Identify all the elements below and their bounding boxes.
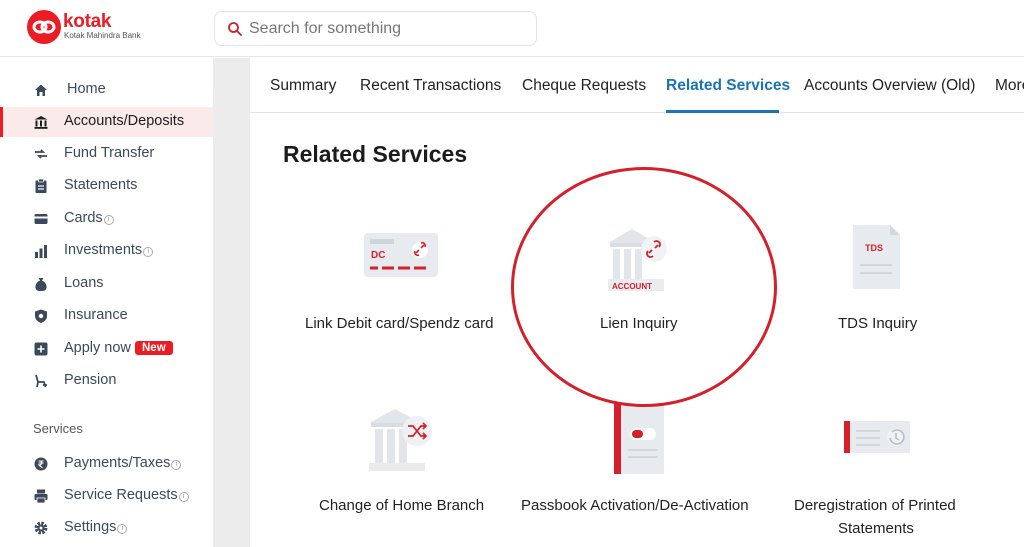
kotak-logo[interactable]: kotak Kotak Mahindra Bank bbox=[27, 10, 167, 46]
tab-more[interactable]: More bbox=[995, 77, 1024, 95]
tab-cheque-requests[interactable]: Cheque Requests bbox=[522, 77, 646, 95]
brand-subtitle: Kotak Mahindra Bank bbox=[64, 31, 141, 40]
home-icon bbox=[35, 84, 47, 96]
service-requests-label-text: Service Requests bbox=[64, 487, 178, 503]
sidebar-item-insurance[interactable]: Insurance bbox=[0, 301, 213, 331]
rupee-icon bbox=[34, 457, 48, 471]
printer-icon bbox=[34, 489, 48, 504]
sidebar-item-label: Apply now bbox=[64, 340, 131, 356]
statement-history-icon bbox=[844, 421, 910, 453]
card-icon bbox=[34, 214, 48, 224]
account-link-icon: ACCOUNT bbox=[608, 229, 667, 291]
sidebar-item-fund-transfer[interactable]: Fund Transfer bbox=[0, 139, 213, 169]
gear-icon bbox=[34, 521, 48, 535]
search-box[interactable] bbox=[214, 11, 537, 46]
info-icon[interactable]: i bbox=[178, 492, 189, 502]
service-card-passbook-activation[interactable]: Passbook Activation/De-Activation bbox=[520, 400, 760, 520]
tab-summary[interactable]: Summary bbox=[270, 77, 336, 95]
info-icon[interactable]: i bbox=[117, 524, 128, 534]
tds-icon-text: TDS bbox=[865, 243, 883, 253]
sidebar-item-pension[interactable]: Pension bbox=[0, 366, 213, 396]
sidebar-item-label: Loans bbox=[64, 275, 104, 291]
settings-label-text: Settings bbox=[64, 519, 117, 535]
sidebar-item-label: Settings i bbox=[64, 519, 128, 535]
info-icon[interactable]: i bbox=[103, 215, 114, 225]
service-card-tds-inquiry[interactable]: TDS TDS Inquiry bbox=[820, 215, 940, 340]
services-section-label: Services bbox=[33, 421, 83, 436]
service-label: TDS Inquiry bbox=[838, 315, 918, 332]
sidebar-gutter bbox=[213, 58, 250, 547]
bank-icon bbox=[34, 116, 48, 129]
service-label-line-1: Deregistration of Printed bbox=[794, 497, 956, 514]
tab-accounts-overview-old[interactable]: Accounts Overview (Old) bbox=[804, 77, 975, 95]
investments-label-text: Investments bbox=[64, 242, 143, 258]
dc-icon-text: DC bbox=[371, 250, 385, 261]
apply-icon bbox=[34, 342, 48, 356]
passbook-toggle-icon bbox=[614, 404, 664, 474]
service-label: Change of Home Branch bbox=[319, 497, 485, 514]
sidebar-item-investments[interactable]: Investments i bbox=[0, 236, 213, 266]
tab-bar: Summary Recent Transactions Cheque Reque… bbox=[250, 58, 1024, 113]
info-icon[interactable]: i bbox=[143, 247, 154, 257]
sidebar-item-label: Service Requests i bbox=[64, 487, 189, 503]
sidebar-item-label: Statements bbox=[64, 177, 138, 193]
pension-icon bbox=[35, 374, 47, 388]
sidebar-item-label: Pension bbox=[64, 372, 117, 388]
service-card-lien-inquiry[interactable]: ACCOUNT Lien Inquiry bbox=[560, 215, 720, 340]
sidebar-item-label: Fund Transfer bbox=[64, 145, 155, 161]
tab-recent-transactions[interactable]: Recent Transactions bbox=[360, 77, 501, 95]
service-label: Passbook Activation/De-Activation bbox=[521, 497, 749, 514]
debit-card-link-icon: DC bbox=[364, 233, 438, 277]
branch-shuffle-icon bbox=[369, 409, 432, 471]
tds-document-icon: TDS bbox=[853, 225, 900, 289]
brand-name: kotak bbox=[63, 11, 112, 32]
sidebar-item-label: Home bbox=[67, 81, 106, 97]
bar-chart-icon bbox=[35, 245, 47, 258]
payments-label-text: Payments/Taxes bbox=[64, 455, 171, 471]
sidebar-item-apply-now[interactable]: Apply now New bbox=[0, 334, 213, 364]
sidebar-item-service-requests[interactable]: Service Requests i bbox=[0, 481, 213, 511]
sidebar-item-label: Investments i bbox=[64, 242, 154, 258]
service-card-link-debit-card[interactable]: DC Link Debit card/Spendz card bbox=[290, 215, 512, 340]
service-label-line-2: Statements bbox=[838, 520, 914, 537]
transfer-icon bbox=[35, 149, 47, 159]
page-title: Related Services bbox=[283, 141, 468, 167]
service-card-deregistration-printed-statements[interactable]: Deregistration of Printed Statements bbox=[790, 400, 965, 540]
cards-label-text: Cards bbox=[64, 210, 103, 226]
sidebar-item-accounts-deposits[interactable]: Accounts/Deposits bbox=[0, 107, 213, 137]
service-label: Link Debit card/Spendz card bbox=[305, 315, 494, 332]
sidebar-item-label: Payments/Taxes i bbox=[64, 455, 182, 471]
search-icon bbox=[228, 22, 242, 36]
sidebar-item-cards[interactable]: Cards i bbox=[0, 204, 213, 234]
new-badge: New bbox=[135, 341, 173, 355]
account-icon-text: ACCOUNT bbox=[612, 282, 652, 291]
sidebar-item-label: Insurance bbox=[64, 307, 128, 323]
service-label: Lien Inquiry bbox=[600, 315, 678, 332]
sidebar: Home Accounts/Deposits Fund Transfer Sta… bbox=[0, 58, 213, 547]
sidebar-item-settings[interactable]: Settings i bbox=[0, 513, 213, 543]
kotak-logo-mark-icon bbox=[27, 10, 61, 44]
tab-related-services[interactable]: Related Services bbox=[666, 77, 790, 95]
sidebar-item-payments-taxes[interactable]: Payments/Taxes i bbox=[0, 449, 213, 479]
shield-icon bbox=[35, 309, 47, 323]
clipboard-icon bbox=[35, 178, 47, 193]
sidebar-item-label: Cards i bbox=[64, 210, 114, 226]
sidebar-item-home[interactable]: Home bbox=[0, 75, 213, 105]
search-input[interactable] bbox=[249, 12, 529, 45]
sidebar-item-statements[interactable]: Statements bbox=[0, 171, 213, 201]
service-card-change-home-branch[interactable]: Change of Home Branch bbox=[310, 400, 495, 520]
info-icon[interactable]: i bbox=[171, 460, 182, 470]
top-header: kotak Kotak Mahindra Bank bbox=[0, 0, 1024, 57]
sidebar-item-loans[interactable]: Loans bbox=[0, 269, 213, 299]
money-bag-icon bbox=[35, 278, 47, 291]
sidebar-item-label: Accounts/Deposits bbox=[64, 113, 185, 129]
active-tab-underline bbox=[666, 110, 779, 113]
